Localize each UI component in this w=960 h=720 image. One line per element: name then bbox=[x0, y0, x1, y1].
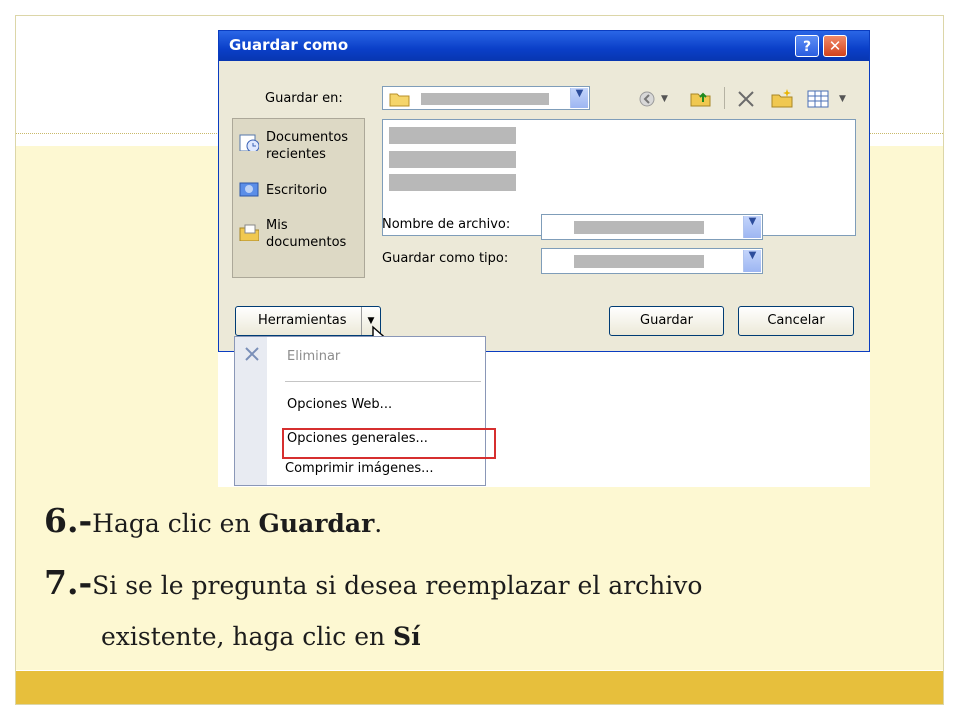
instruction-7-line2: existente, haga clic en Sí bbox=[101, 622, 421, 651]
back-dropdown-icon[interactable]: ▼ bbox=[661, 94, 668, 104]
place-my-documents-line2[interactable]: documentos bbox=[266, 235, 346, 250]
new-folder-icon[interactable] bbox=[770, 87, 794, 109]
dialog-title: Guardar como bbox=[229, 36, 349, 54]
menu-separator bbox=[285, 381, 481, 382]
place-recent-line1[interactable]: Documentos bbox=[266, 130, 348, 145]
cancel-button[interactable]: Cancelar bbox=[738, 306, 854, 336]
save-in-combo[interactable]: ▼ bbox=[382, 86, 590, 110]
instruction-6-number: 6.- bbox=[44, 501, 93, 540]
chevron-down-icon[interactable]: ▼ bbox=[743, 250, 761, 272]
save-in-value-redacted bbox=[421, 93, 549, 105]
folder-icon bbox=[389, 93, 410, 107]
dialog-titlebar: Guardar como ? ✕ bbox=[219, 31, 869, 61]
file-item-redacted[interactable] bbox=[389, 127, 516, 144]
instruction-7-number: 7.- bbox=[44, 563, 93, 602]
file-type-value-redacted bbox=[574, 255, 704, 268]
views-dropdown-icon[interactable]: ▼ bbox=[839, 94, 846, 104]
recent-documents-icon[interactable] bbox=[239, 133, 259, 151]
dialog-screenshot: Guardar como ? ✕ Guardar en: ▼ ▼ ▼ Docum… bbox=[218, 30, 870, 487]
file-type-combo[interactable]: ▼ bbox=[541, 248, 763, 274]
delete-icon[interactable] bbox=[736, 89, 756, 109]
views-icon[interactable] bbox=[807, 90, 829, 108]
place-my-documents-line1[interactable]: Mis bbox=[266, 218, 288, 233]
save-as-dialog: Guardar como ? ✕ Guardar en: ▼ ▼ ▼ Docum… bbox=[218, 30, 870, 355]
file-name-value-redacted bbox=[574, 221, 704, 234]
instruction-7-line2-text: existente, haga clic en bbox=[101, 622, 394, 651]
up-folder-icon[interactable] bbox=[689, 88, 713, 108]
instruction-7: 7.-Si se le pregunta si desea reemplazar… bbox=[44, 563, 702, 602]
instruction-6-text: Haga clic en bbox=[92, 509, 259, 538]
help-button[interactable]: ? bbox=[795, 35, 819, 57]
chevron-down-icon[interactable]: ▼ bbox=[570, 88, 588, 108]
menu-item-eliminar[interactable]: Eliminar bbox=[287, 349, 340, 364]
close-button[interactable]: ✕ bbox=[823, 35, 847, 57]
tools-button[interactable]: Herramientas ▼ bbox=[235, 306, 381, 336]
tools-button-label: Herramientas bbox=[258, 313, 347, 328]
file-name-label: Nombre de archivo: bbox=[382, 217, 511, 232]
delete-icon bbox=[245, 347, 259, 361]
desktop-icon[interactable] bbox=[239, 180, 259, 198]
tools-menu: Eliminar Opciones Web... Opciones genera… bbox=[234, 336, 496, 486]
file-item-redacted[interactable] bbox=[389, 174, 516, 191]
footer-band bbox=[16, 671, 943, 704]
chevron-down-icon[interactable]: ▼ bbox=[743, 216, 761, 238]
menu-item-comprimir-imagenes[interactable]: Comprimir imágenes... bbox=[285, 461, 434, 476]
instruction-7-line2-bold: Sí bbox=[393, 622, 421, 651]
file-name-combo[interactable]: ▼ bbox=[541, 214, 763, 240]
save-button[interactable]: Guardar bbox=[609, 306, 724, 336]
instruction-6-bold: Guardar bbox=[258, 509, 375, 538]
highlight-box bbox=[282, 428, 496, 459]
file-type-label: Guardar como tipo: bbox=[382, 251, 509, 266]
place-desktop-label[interactable]: Escritorio bbox=[266, 183, 327, 198]
toolbar-separator bbox=[724, 87, 725, 109]
instruction-6-end: . bbox=[374, 509, 383, 538]
save-in-label: Guardar en: bbox=[265, 91, 343, 106]
my-documents-icon[interactable] bbox=[239, 223, 259, 241]
instruction-7-line1: Si se le pregunta si desea reemplazar el… bbox=[92, 571, 703, 600]
menu-item-opciones-web[interactable]: Opciones Web... bbox=[287, 397, 392, 412]
instruction-6: 6.-Haga clic en Guardar. bbox=[44, 501, 382, 540]
place-recent-line2[interactable]: recientes bbox=[266, 147, 326, 162]
places-bar: Documentos recientes Escritorio Mis docu… bbox=[232, 118, 365, 278]
file-item-redacted[interactable] bbox=[389, 151, 516, 168]
back-icon[interactable] bbox=[637, 89, 657, 109]
